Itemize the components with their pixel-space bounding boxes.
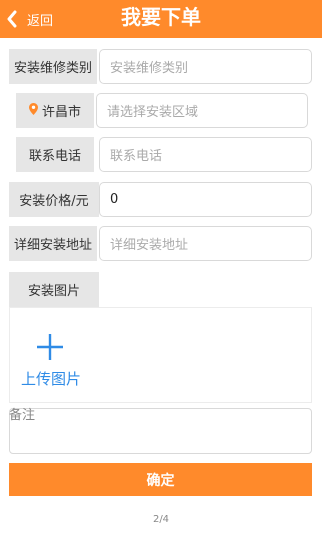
confirm-button[interactable]: 确定 bbox=[9, 463, 312, 496]
category-label: 安装维修类别 bbox=[9, 49, 97, 84]
remark-field[interactable] bbox=[9, 408, 312, 454]
page-title: 我要下单 bbox=[121, 5, 201, 29]
remark-placeholder: 备注 bbox=[9, 408, 36, 423]
phone-row: 联系电话 联系电话 bbox=[9, 137, 312, 172]
top-bar: 返回 我要下单 bbox=[0, 0, 322, 38]
category-field[interactable]: 安装维修类别 bbox=[99, 49, 312, 84]
phone-field[interactable]: 联系电话 bbox=[99, 137, 312, 172]
page-indicator: 2/4 bbox=[152, 514, 170, 525]
region-field[interactable]: 请选择安装区域 bbox=[96, 93, 308, 128]
upload-image-label: 上传图片 bbox=[20, 370, 81, 388]
city-selector[interactable]: 许昌市 bbox=[16, 93, 94, 128]
price-field[interactable]: 0 bbox=[99, 182, 312, 217]
address-label: 详细安装地址 bbox=[9, 226, 97, 261]
region-row: 许昌市 请选择安装区域 bbox=[9, 93, 312, 128]
phone-label: 联系电话 bbox=[16, 137, 94, 172]
plus-icon bbox=[35, 332, 65, 366]
address-row: 详细安装地址 详细安装地址 bbox=[9, 226, 312, 261]
images-row: 安装图片 bbox=[9, 272, 312, 307]
price-row: 安装价格/元 0 bbox=[9, 182, 312, 217]
category-row: 安装维修类别 安装维修类别 bbox=[9, 49, 312, 84]
city-label: 许昌市 bbox=[41, 105, 81, 120]
price-label: 安装价格/元 bbox=[9, 182, 99, 217]
upload-image-button[interactable]: 上传图片 bbox=[20, 332, 82, 390]
images-label: 安装图片 bbox=[9, 272, 99, 307]
address-field[interactable]: 详细安装地址 bbox=[99, 226, 312, 261]
location-pin-icon bbox=[28, 102, 38, 119]
image-upload-area: 上传图片 bbox=[9, 307, 312, 403]
